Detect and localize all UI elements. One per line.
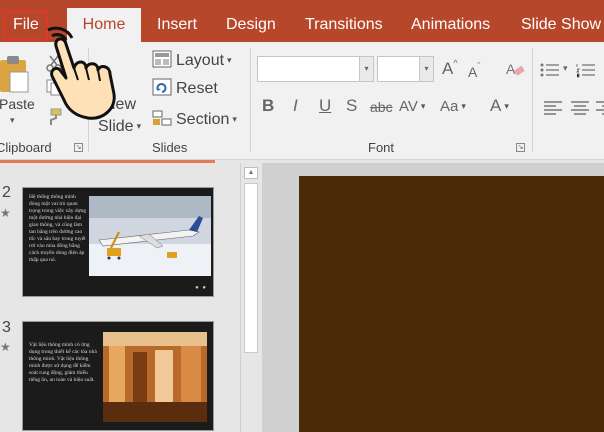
decrease-font-size-icon[interactable]: Aˇ: [468, 61, 480, 80]
clipboard-launcher-icon[interactable]: ↘: [74, 143, 83, 152]
bullets-icon[interactable]: [540, 62, 560, 78]
chevron-down-icon: ▾: [227, 55, 232, 65]
reset-button[interactable]: Reset: [152, 77, 218, 101]
chevron-down-icon[interactable]: ▾: [359, 57, 373, 81]
section-button[interactable]: Section ▾: [152, 107, 237, 131]
chevron-down-icon: ▾: [232, 114, 237, 124]
svg-text:A: A: [506, 61, 516, 77]
italic-button[interactable]: I: [293, 96, 298, 116]
slides-group-label: Slides: [152, 140, 188, 155]
reset-icon: [152, 78, 172, 96]
reset-label: Reset: [176, 80, 218, 97]
scroll-up-icon[interactable]: ▲: [244, 167, 258, 179]
align-right-icon[interactable]: [595, 100, 604, 116]
slide-thumbnail-3[interactable]: Vật liệu thông minh có ứng dụng trong th…: [22, 321, 214, 431]
layout-icon: [152, 50, 172, 68]
align-left-icon[interactable]: [543, 100, 563, 116]
slide-number: 3: [2, 319, 11, 336]
strikethrough-button[interactable]: abc: [370, 99, 393, 115]
numbering-icon[interactable]: [576, 62, 596, 78]
slide-thumbnail-2[interactable]: Hệ thống thông minh đóng một vai trò qua…: [22, 187, 214, 297]
interior-photo: [103, 332, 207, 422]
star-icon: ★: [0, 206, 11, 220]
change-case-label: Aa: [440, 98, 459, 115]
paste-label: Paste: [0, 96, 35, 112]
change-case-button[interactable]: Aa ▾: [440, 98, 466, 115]
slide-thumbnail-text: Vật liệu thông minh có ứng dụng trong th…: [29, 342, 97, 383]
scrollbar-thumb[interactable]: [244, 183, 258, 353]
airplane-photo: [89, 196, 211, 276]
slide-number: 2: [2, 184, 11, 201]
tab-insert[interactable]: Insert: [157, 8, 197, 42]
tab-design[interactable]: Design: [226, 8, 276, 42]
font-name-select[interactable]: ▾: [257, 56, 374, 82]
layout-button[interactable]: Layout ▾: [152, 48, 232, 72]
character-spacing-button[interactable]: AV ▾: [399, 98, 425, 115]
bold-button[interactable]: B: [262, 96, 274, 116]
slide-thumbnail-text: Hệ thống thông minh đóng một vai trò qua…: [29, 194, 87, 263]
chevron-down-icon[interactable]: ▾: [563, 63, 568, 74]
align-center-icon[interactable]: [570, 100, 590, 116]
chevron-down-icon: ▾: [504, 101, 509, 111]
layout-label: Layout: [176, 52, 225, 69]
slide-thumbnail-dots: ● ●: [195, 285, 207, 291]
chevron-down-icon: ▾: [420, 101, 426, 111]
character-spacing-label: AV: [399, 98, 418, 115]
underline-button[interactable]: U: [319, 96, 331, 116]
font-size-select[interactable]: ▾: [377, 56, 434, 82]
ribbon-separator: [250, 48, 251, 152]
clipboard-paste-icon: [0, 56, 29, 93]
clear-formatting-icon[interactable]: A: [505, 60, 525, 78]
tab-animations[interactable]: Animations: [411, 8, 490, 42]
current-slide-canvas[interactable]: [299, 176, 604, 432]
hand-pointer-icon: [47, 26, 116, 120]
chevron-down-icon[interactable]: ▾: [419, 57, 433, 81]
clipboard-group-label: Clipboard: [0, 140, 52, 155]
tab-transitions[interactable]: Transitions: [305, 8, 383, 42]
font-group-label: Font: [368, 140, 395, 155]
text-shadow-button[interactable]: S: [346, 96, 357, 116]
section-label: Section: [176, 111, 230, 128]
increase-font-size-icon[interactable]: A^: [442, 58, 458, 79]
star-icon: ★: [0, 340, 11, 354]
font-color-label: A: [490, 96, 502, 115]
ribbon-separator: [532, 48, 533, 152]
thumbnails-scrollbar[interactable]: ▲: [240, 163, 260, 432]
paste-dropdown-arrow[interactable]: ▾: [10, 115, 15, 126]
font-launcher-icon[interactable]: ↘: [516, 143, 525, 152]
chevron-down-icon: ▾: [461, 101, 466, 111]
tab-slide-show[interactable]: Slide Show: [521, 8, 601, 42]
font-color-button[interactable]: A ▾: [490, 96, 509, 116]
section-icon: [152, 110, 172, 126]
